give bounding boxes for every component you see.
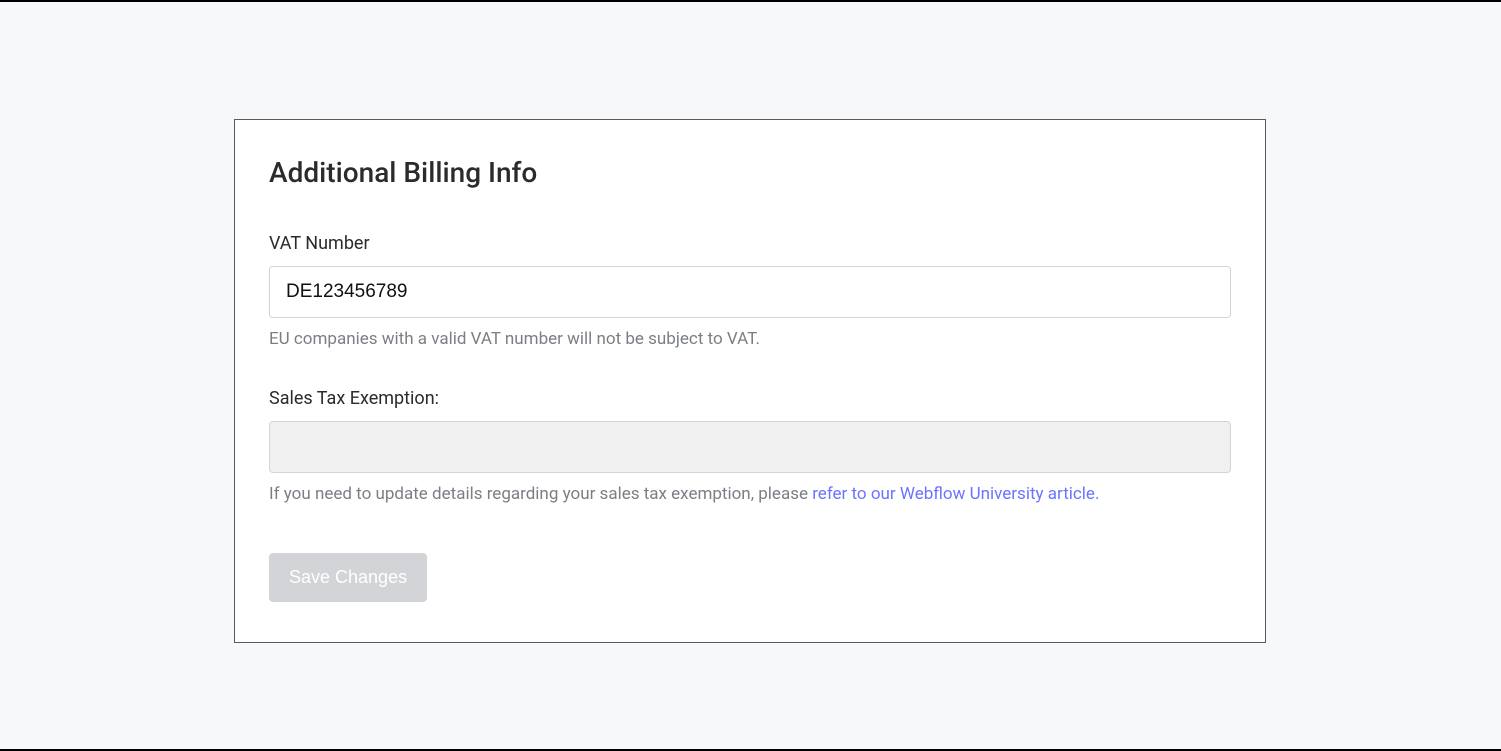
- sales-tax-input: [269, 421, 1231, 473]
- sales-tax-label: Sales Tax Exemption:: [269, 388, 1231, 409]
- vat-helper-text: EU companies with a valid VAT number wil…: [269, 328, 1231, 352]
- vat-field-group: VAT Number EU companies with a valid VAT…: [269, 233, 1231, 352]
- panel-title: Additional Billing Info: [269, 156, 1231, 189]
- vat-input[interactable]: [269, 266, 1231, 318]
- sales-tax-field-group: Sales Tax Exemption: If you need to upda…: [269, 388, 1231, 507]
- vat-label: VAT Number: [269, 233, 1231, 254]
- webflow-university-link[interactable]: refer to our Webflow University article.: [812, 484, 1099, 504]
- billing-info-panel: Additional Billing Info VAT Number EU co…: [234, 119, 1266, 643]
- sales-tax-helper-prefix: If you need to update details regarding …: [269, 484, 812, 504]
- sales-tax-helper-text: If you need to update details regarding …: [269, 483, 1231, 507]
- save-changes-button[interactable]: Save Changes: [269, 553, 427, 602]
